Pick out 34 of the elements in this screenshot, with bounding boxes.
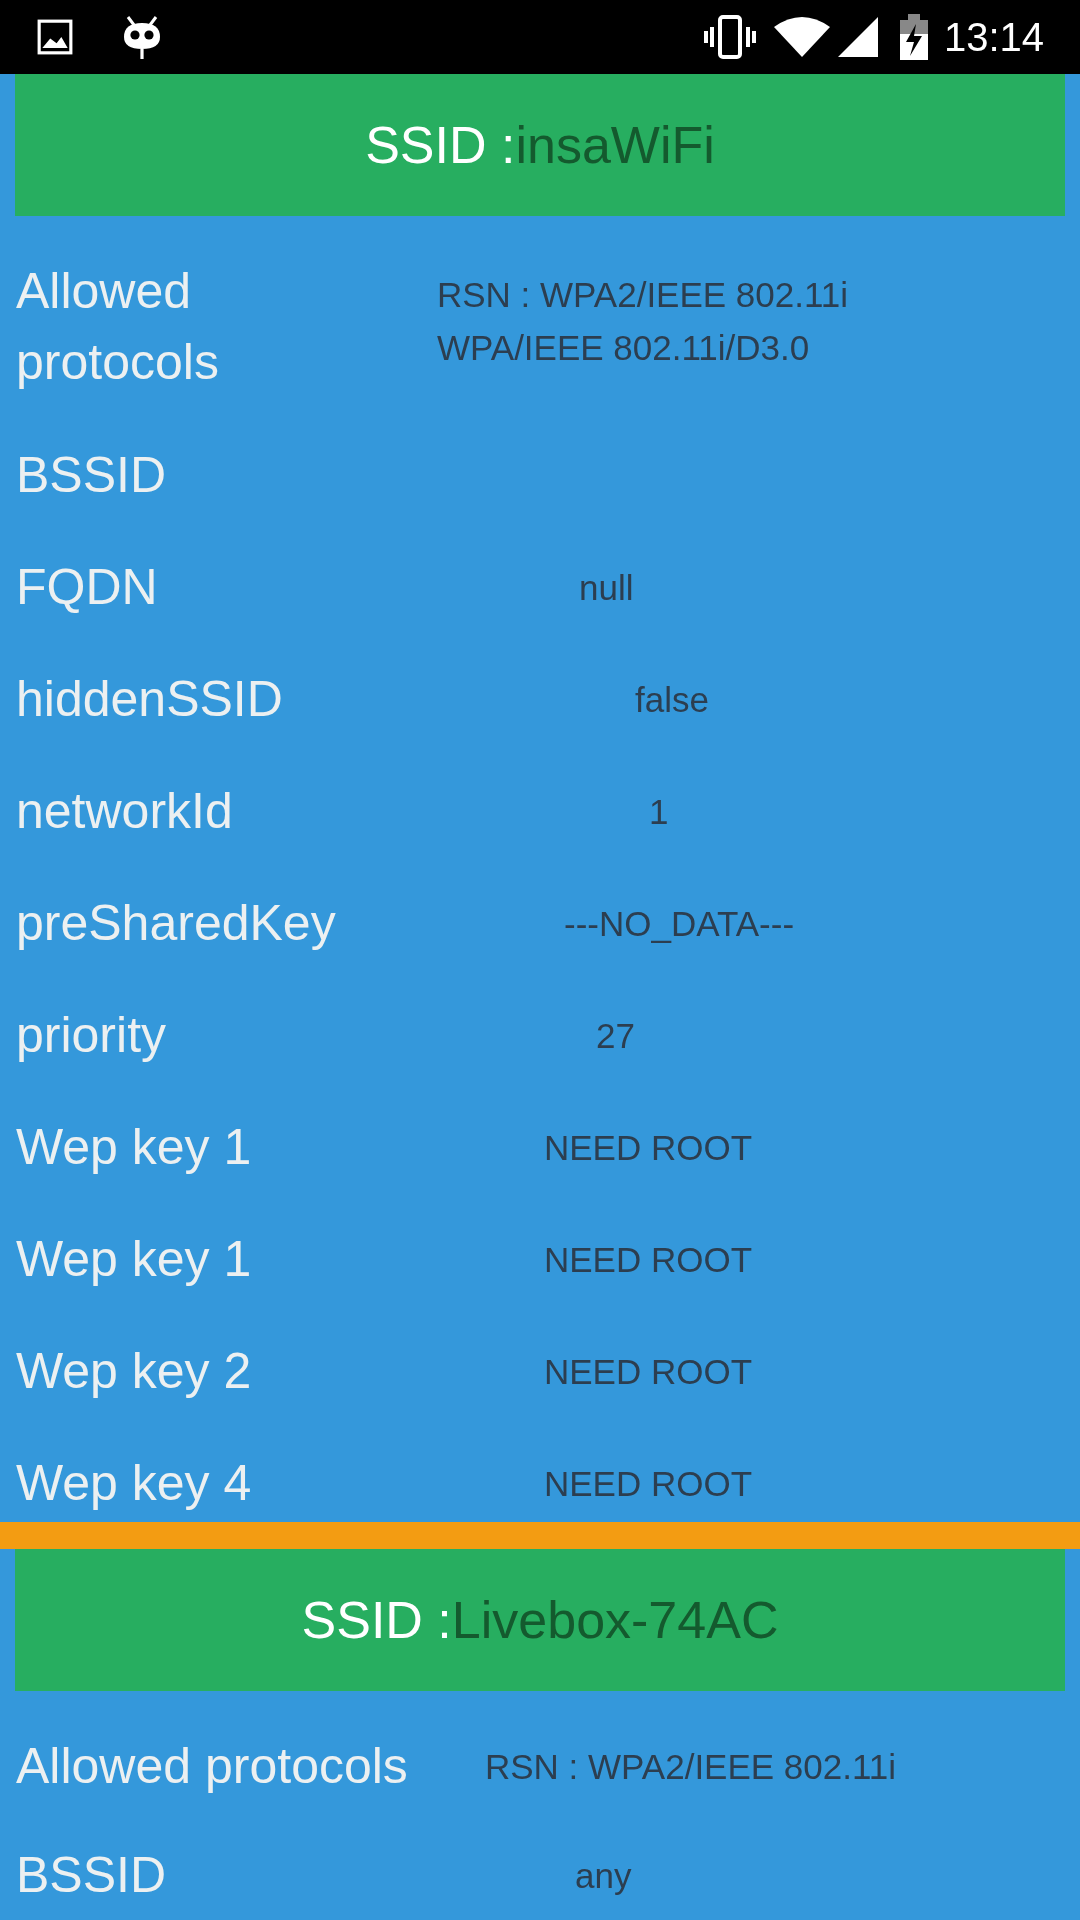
field-value: NEED ROOT bbox=[544, 1462, 753, 1505]
battery-charging-icon bbox=[899, 14, 928, 60]
field-label: Wep key 2 bbox=[15, 1341, 252, 1401]
field-label: FQDN bbox=[15, 557, 158, 617]
field-value: 27 bbox=[596, 1014, 635, 1057]
field-value: 1 bbox=[649, 790, 669, 833]
field-value: NEED ROOT bbox=[544, 1350, 753, 1393]
clock-time: 13:14 bbox=[943, 14, 1044, 61]
field-label: priority bbox=[15, 1005, 167, 1065]
picture-notification-icon bbox=[36, 18, 74, 56]
field-value: null bbox=[579, 566, 634, 609]
ssid-header: SSID :Livebox-74AC bbox=[15, 1549, 1065, 1691]
field-label: preSharedKey bbox=[15, 893, 336, 953]
field-value: RSN : WPA2/IEEE 802.11i WPA/IEEE 802.11i/D3.0 bbox=[437, 274, 849, 369]
ssid-header: SSID :insaWiFi bbox=[15, 74, 1065, 216]
field-value: ---NO_DATA--- bbox=[564, 902, 795, 945]
field-label: BSSID bbox=[15, 445, 167, 505]
field-label: Wep key 1 bbox=[15, 1229, 252, 1289]
field-label: BSSID bbox=[15, 1845, 167, 1905]
field-value: false bbox=[635, 678, 709, 721]
field-label: Wep key 4 bbox=[15, 1453, 252, 1513]
field-label: Allowed protocols bbox=[15, 262, 219, 392]
field-label: hiddenSSID bbox=[15, 669, 283, 729]
field-value: any bbox=[575, 1854, 632, 1897]
signal-icon bbox=[837, 17, 878, 57]
field-label: Wep key 1 bbox=[15, 1117, 252, 1177]
robot-head-icon bbox=[122, 13, 162, 61]
vibrate-icon bbox=[701, 15, 758, 59]
field-value: RSN : WPA2/IEEE 802.11i bbox=[485, 1745, 897, 1788]
field-value: NEED ROOT bbox=[544, 1238, 753, 1281]
field-label: networkId bbox=[15, 781, 233, 841]
field-label: Allowed protocols bbox=[15, 1736, 408, 1796]
field-value: NEED ROOT bbox=[544, 1126, 753, 1169]
wifi-icon bbox=[773, 15, 830, 59]
